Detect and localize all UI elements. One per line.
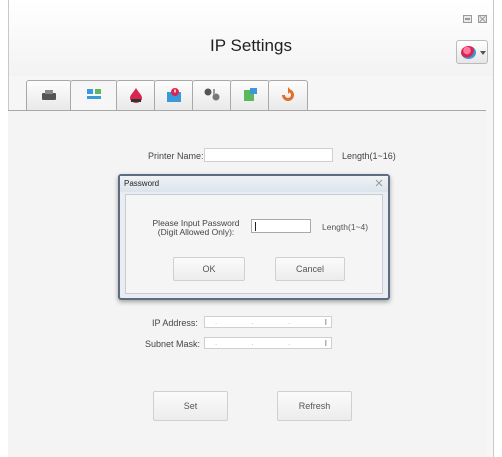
password-length-hint: Length(1~4) bbox=[322, 222, 369, 232]
subnet-mask-input[interactable]: . . . I bbox=[204, 337, 332, 349]
chevron-down-icon bbox=[480, 51, 486, 55]
password-dialog: Password Please Input Password (Digit Al… bbox=[118, 174, 390, 300]
ip-address-input[interactable]: . . . I bbox=[204, 316, 332, 328]
dialog-body: Please Input Password (Digit Allowed Onl… bbox=[125, 194, 383, 294]
subnet-mask-label: Subnet Mask: bbox=[145, 339, 201, 349]
tab-network[interactable] bbox=[70, 80, 118, 111]
alert-icon bbox=[167, 88, 181, 102]
set-button[interactable]: Set bbox=[153, 391, 228, 421]
printer-name-label: Printer Name: bbox=[148, 151, 204, 161]
tab-strip bbox=[12, 80, 486, 111]
ip-address-label: IP Address: bbox=[152, 318, 198, 328]
dialog-title: Password bbox=[120, 176, 388, 192]
tab-tools[interactable] bbox=[192, 80, 232, 110]
tab-refresh-cycle[interactable] bbox=[268, 80, 308, 110]
cancel-button[interactable]: Cancel bbox=[275, 257, 345, 281]
text-caret bbox=[255, 222, 256, 231]
text-cursor-icon: I bbox=[324, 318, 327, 327]
printer-name-hint: Length(1~16) bbox=[342, 151, 396, 161]
ink-icon bbox=[130, 88, 142, 103]
refresh-cycle-icon bbox=[282, 87, 294, 101]
refresh-button[interactable]: Refresh bbox=[277, 391, 352, 421]
tab-alert[interactable] bbox=[154, 80, 194, 110]
title-bar: IP Settings bbox=[9, 0, 493, 76]
brand-menu-button[interactable] bbox=[456, 40, 488, 64]
window-title: IP Settings bbox=[210, 36, 292, 55]
dialog-close-icon[interactable] bbox=[373, 178, 385, 188]
config-icon bbox=[244, 88, 257, 101]
printer-icon bbox=[42, 90, 56, 100]
subnet-mask-value: . . . bbox=[215, 338, 307, 347]
tab-printer[interactable] bbox=[26, 80, 72, 110]
minimize-icon[interactable] bbox=[463, 15, 472, 23]
brand-logo-icon bbox=[461, 46, 476, 59]
password-input[interactable] bbox=[251, 219, 311, 233]
tab-ink[interactable] bbox=[116, 80, 156, 110]
ip-address-value: . . . bbox=[215, 317, 307, 326]
text-cursor-icon: I bbox=[324, 339, 327, 348]
tools-icon bbox=[204, 88, 220, 101]
ok-button[interactable]: OK bbox=[173, 257, 245, 281]
tab-config[interactable] bbox=[230, 80, 270, 110]
network-icon bbox=[87, 89, 101, 99]
printer-name-input[interactable] bbox=[204, 148, 333, 162]
password-prompt-line-2: (Digit Allowed Only): bbox=[157, 227, 235, 237]
password-prompt: Please Input Password (Digit Allowed Onl… bbox=[146, 219, 246, 237]
close-icon[interactable] bbox=[478, 15, 487, 23]
